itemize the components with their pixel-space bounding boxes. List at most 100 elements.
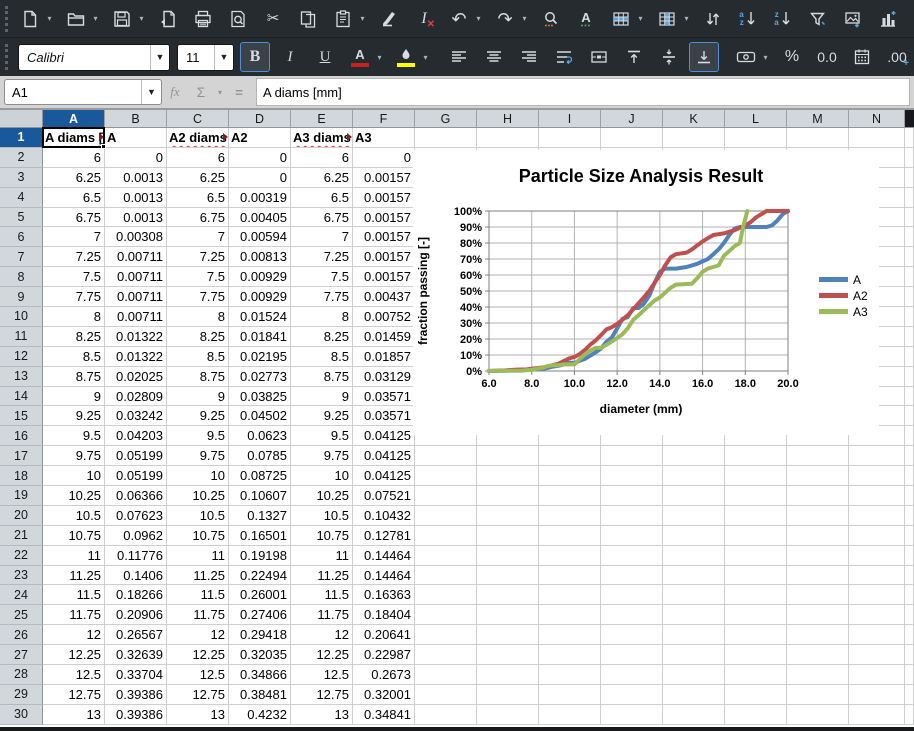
number-format-button[interactable]: 0.0 — [813, 43, 841, 71]
cell-B30[interactable]: 0.39386 — [105, 705, 167, 725]
cell-G25[interactable] — [415, 605, 477, 625]
cell-E15[interactable]: 9.25 — [291, 406, 353, 426]
cell-G23[interactable] — [415, 566, 477, 586]
cell-O18[interactable] — [905, 466, 914, 486]
cell-E24[interactable]: 11.5 — [291, 585, 353, 605]
cell-N26[interactable] — [849, 625, 905, 645]
cell-F24[interactable]: 0.16363 — [353, 585, 415, 605]
align-left-button[interactable] — [445, 43, 473, 71]
column-header-D[interactable]: D — [229, 110, 291, 128]
cell-L23[interactable] — [725, 566, 787, 586]
cell-F12[interactable]: 0.01857 — [353, 347, 415, 367]
cell-N24[interactable] — [849, 585, 905, 605]
cell-I27[interactable] — [539, 645, 601, 665]
cell-K22[interactable] — [663, 546, 725, 566]
cell-H1[interactable] — [477, 128, 539, 148]
cell-B28[interactable]: 0.33704 — [105, 665, 167, 685]
cell-E25[interactable]: 11.75 — [291, 605, 353, 625]
cell-E4[interactable]: 6.5 — [291, 188, 353, 208]
font-size-combo[interactable]: 11 ▼ — [177, 44, 234, 71]
cell-C13[interactable]: 8.75 — [167, 367, 229, 387]
row-header-9[interactable]: 9 — [0, 287, 43, 307]
cell-D22[interactable]: 0.19198 — [229, 546, 291, 566]
cell-O6[interactable] — [905, 227, 914, 247]
cell-F20[interactable]: 0.10432 — [353, 506, 415, 526]
cell-M27[interactable] — [787, 645, 849, 665]
cell-N17[interactable] — [849, 446, 905, 466]
cell-E19[interactable]: 10.25 — [291, 486, 353, 506]
row-header-30[interactable]: 30 — [0, 705, 43, 725]
cell-G22[interactable] — [415, 546, 477, 566]
cell-H18[interactable] — [477, 466, 539, 486]
grid-corner[interactable] — [0, 110, 43, 128]
column-header-M[interactable]: M — [787, 110, 849, 128]
cell-J30[interactable] — [601, 705, 663, 725]
row-header-21[interactable]: 21 — [0, 526, 43, 546]
cell-J18[interactable] — [601, 466, 663, 486]
cell-F19[interactable]: 0.07521 — [353, 486, 415, 506]
cell-A25[interactable]: 11.75 — [43, 605, 105, 625]
cell-L21[interactable] — [725, 526, 787, 546]
sum-icon[interactable]: Σ — [188, 84, 214, 100]
cell-B15[interactable]: 0.03242 — [105, 406, 167, 426]
insert-image-button[interactable] — [839, 5, 867, 33]
row-header-29[interactable]: 29 — [0, 685, 43, 705]
cell-N23[interactable] — [849, 566, 905, 586]
cell-O12[interactable] — [905, 347, 914, 367]
cell-B24[interactable]: 0.18266 — [105, 585, 167, 605]
cell-C15[interactable]: 9.25 — [167, 406, 229, 426]
cell-M20[interactable] — [787, 506, 849, 526]
rows-button[interactable] — [607, 5, 635, 33]
cell-F8[interactable]: 0.00157 — [353, 267, 415, 287]
row-header-17[interactable]: 17 — [0, 446, 43, 466]
align-top-button[interactable] — [620, 43, 648, 71]
cell-J25[interactable] — [601, 605, 663, 625]
cell-F18[interactable]: 0.04125 — [353, 466, 415, 486]
name-box-dropdown[interactable]: ▼ — [141, 80, 161, 104]
column-header-N[interactable]: N — [849, 110, 905, 128]
cell-A19[interactable]: 10.25 — [43, 486, 105, 506]
cell-N29[interactable] — [849, 685, 905, 705]
cell-C19[interactable]: 10.25 — [167, 486, 229, 506]
cell-C20[interactable]: 10.5 — [167, 506, 229, 526]
cell-L24[interactable] — [725, 585, 787, 605]
cell-M29[interactable] — [787, 685, 849, 705]
row-header-5[interactable]: 5 — [0, 208, 43, 228]
cell-J1[interactable] — [601, 128, 663, 148]
cell-I19[interactable] — [539, 486, 601, 506]
align-bottom-button[interactable] — [690, 43, 718, 71]
cell-C10[interactable]: 8 — [167, 307, 229, 327]
cell-I17[interactable] — [539, 446, 601, 466]
cell-E27[interactable]: 12.25 — [291, 645, 353, 665]
cell-L17[interactable] — [725, 446, 787, 466]
cell-C5[interactable]: 6.75 — [167, 208, 229, 228]
cell-F2[interactable]: 0 — [353, 148, 415, 168]
cell-G1[interactable] — [415, 128, 477, 148]
row-header-10[interactable]: 10 — [0, 307, 43, 327]
clone-formatting-button[interactable] — [375, 5, 403, 33]
cell-D18[interactable]: 0.08725 — [229, 466, 291, 486]
column-header-F[interactable]: F — [353, 110, 415, 128]
cell-F30[interactable]: 0.34841 — [353, 705, 415, 725]
cell-A1[interactable]: A diams [mm] — [43, 128, 105, 148]
print-preview-button[interactable] — [224, 5, 252, 33]
row-header-23[interactable]: 23 — [0, 566, 43, 586]
cell-D28[interactable]: 0.34866 — [229, 665, 291, 685]
cell-C26[interactable]: 12 — [167, 625, 229, 645]
row-header-3[interactable]: 3 — [0, 168, 43, 188]
cell-A6[interactable]: 7 — [43, 227, 105, 247]
cell-A17[interactable]: 9.75 — [43, 446, 105, 466]
cell-A23[interactable]: 11.25 — [43, 566, 105, 586]
cell-L26[interactable] — [725, 625, 787, 645]
cell-I21[interactable] — [539, 526, 601, 546]
row-header-27[interactable]: 27 — [0, 645, 43, 665]
cell-N30[interactable] — [849, 705, 905, 725]
cell-F6[interactable]: 0.00157 — [353, 227, 415, 247]
columns-dropdown[interactable]: ▾ — [681, 5, 692, 33]
cell-F16[interactable]: 0.04125 — [353, 426, 415, 446]
cell-J28[interactable] — [601, 665, 663, 685]
cell-B13[interactable]: 0.02025 — [105, 367, 167, 387]
date-format-button[interactable] — [848, 43, 876, 71]
cell-E10[interactable]: 8 — [291, 307, 353, 327]
row-header-25[interactable]: 25 — [0, 605, 43, 625]
